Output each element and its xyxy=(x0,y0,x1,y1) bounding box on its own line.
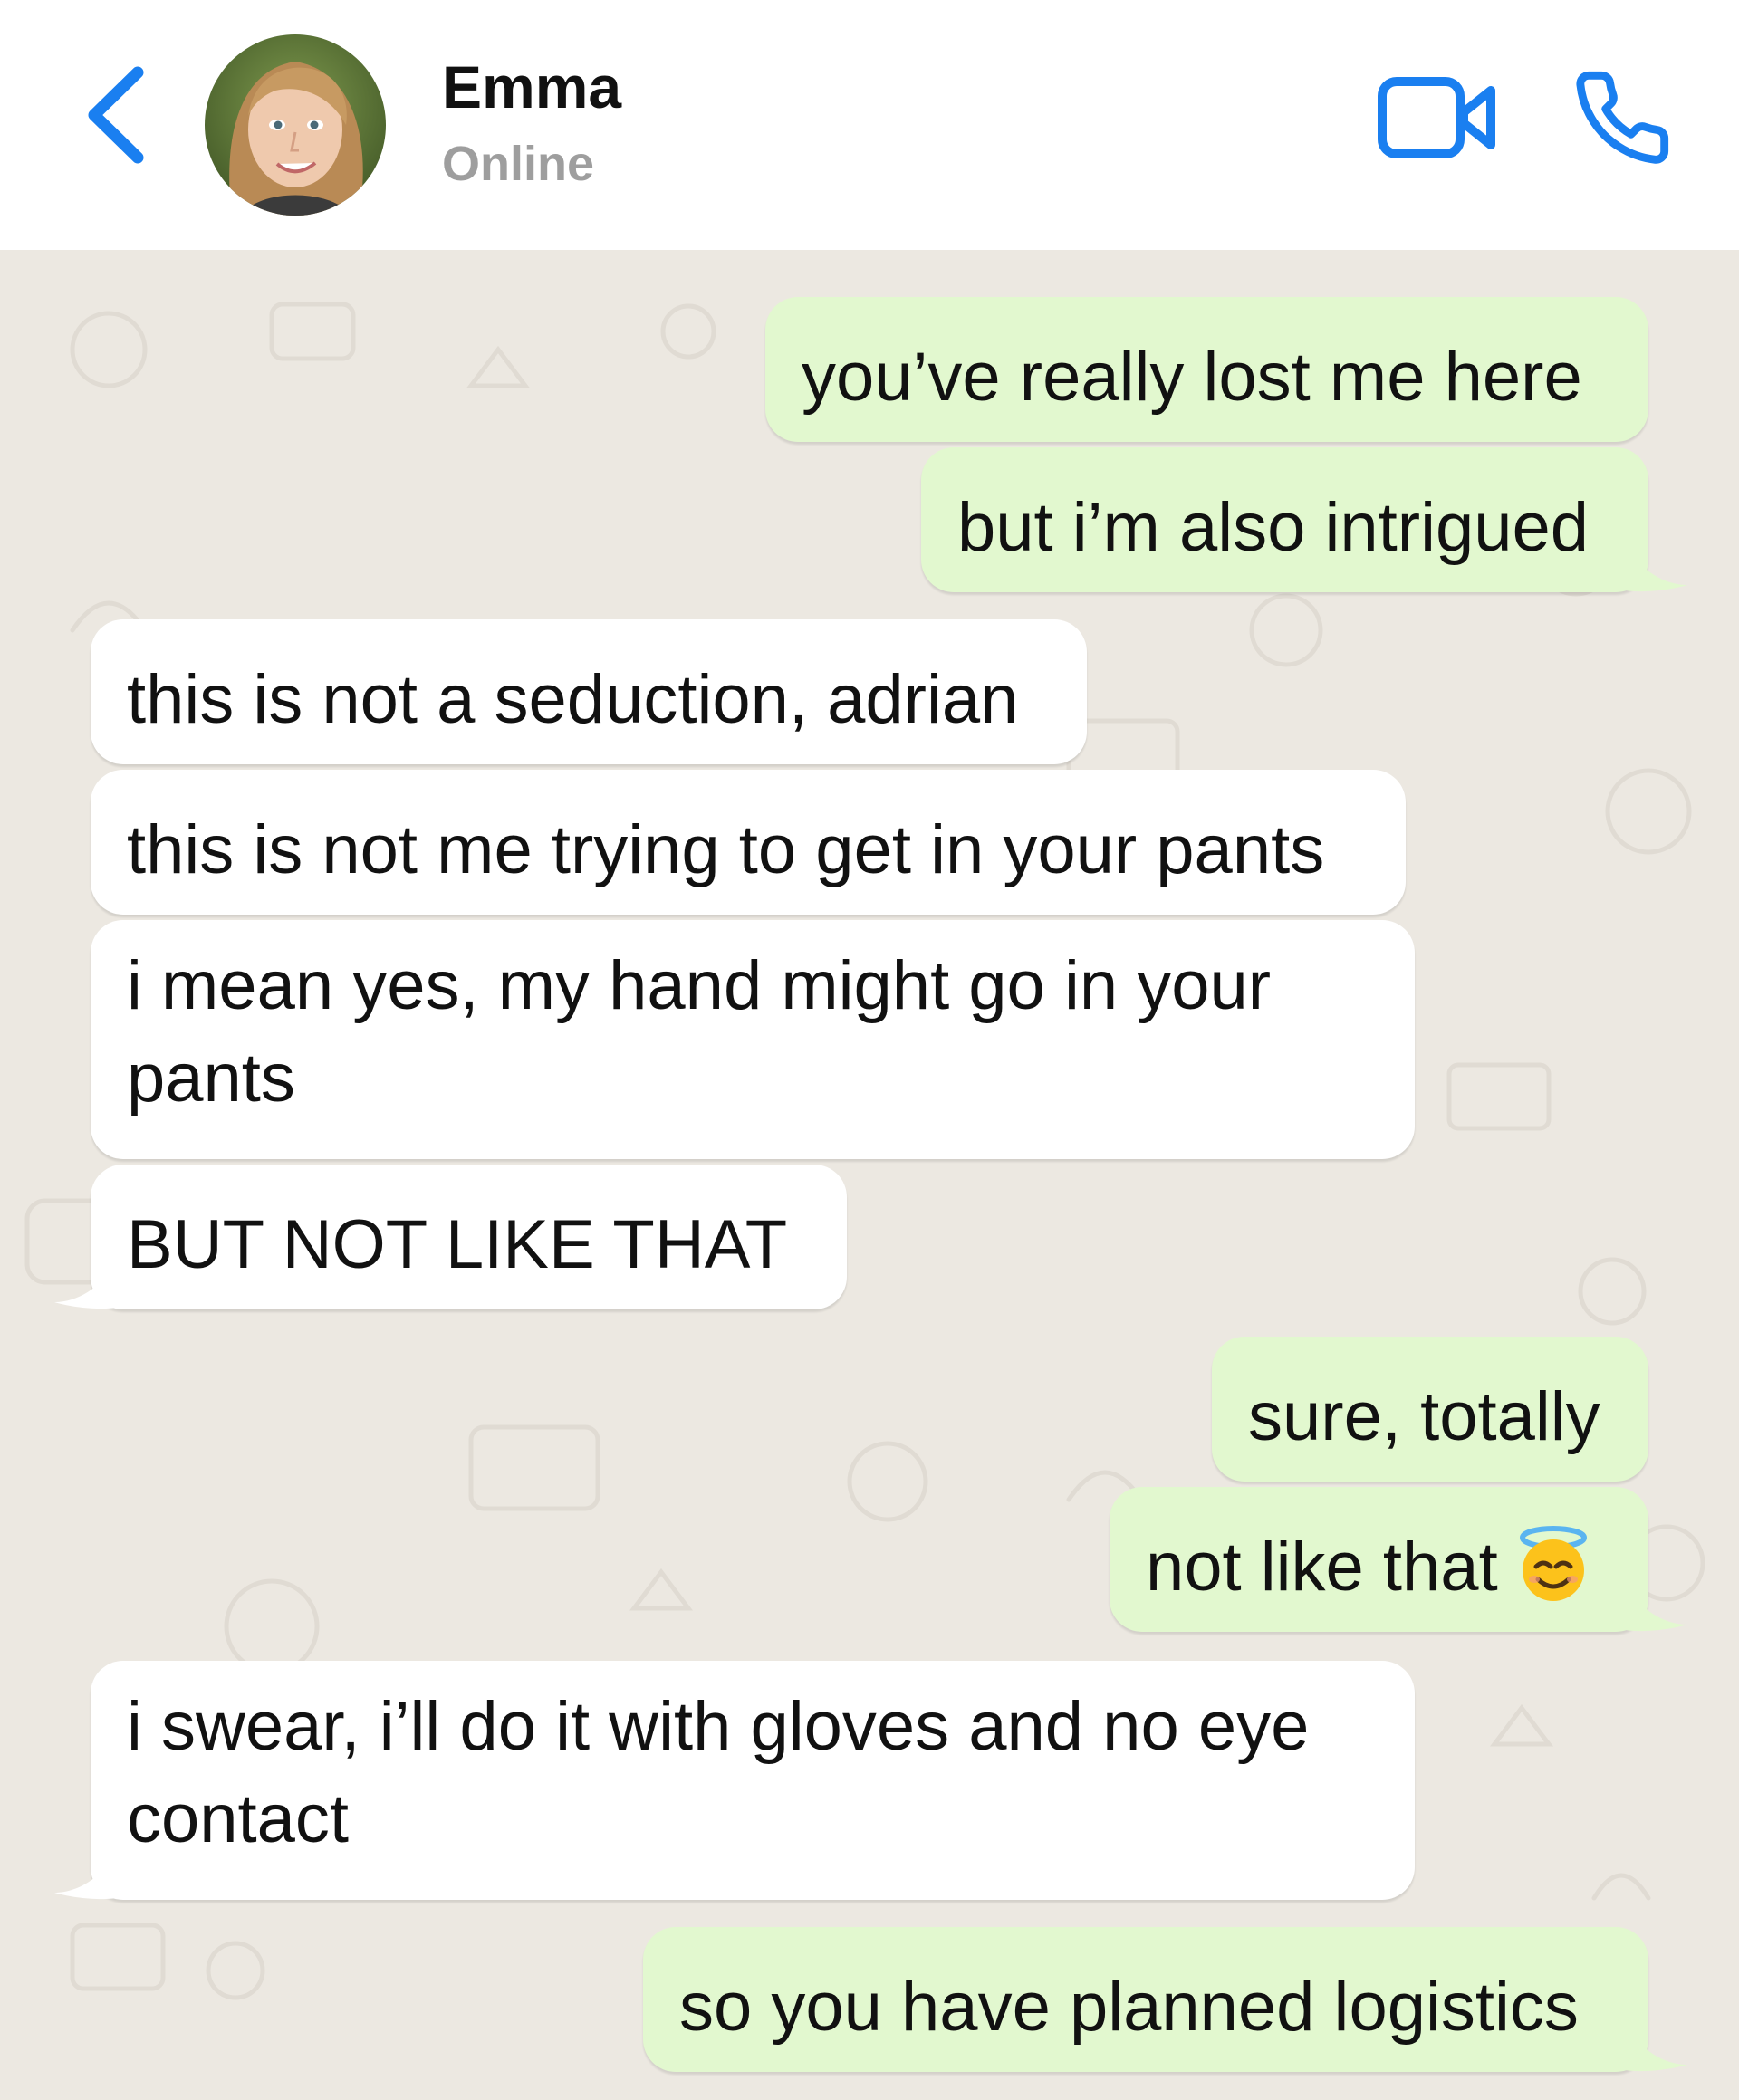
outgoing-message[interactable]: so you have planned logistics xyxy=(643,1927,1648,2072)
message-text: so you have planned logistics xyxy=(679,1969,1579,2046)
incoming-message[interactable]: this is not a seduction, adrian xyxy=(91,619,1087,764)
contact-status: Online xyxy=(442,137,595,191)
message-text: but i’m also intrigued xyxy=(957,489,1590,566)
message-text: sure, totally xyxy=(1248,1378,1600,1455)
phone-icon xyxy=(1576,71,1669,164)
incoming-message[interactable]: BUT NOT LIKE THAT xyxy=(91,1165,847,1309)
voice-call-button[interactable] xyxy=(1571,67,1673,168)
bubble-tail xyxy=(54,1847,116,1900)
bubble-tail xyxy=(1626,540,1687,592)
outgoing-message[interactable]: not like that xyxy=(1110,1487,1648,1632)
message-text: you’ve really lost me here xyxy=(802,339,1582,416)
chat-area[interactable]: you’ve really lost me here but i’m also … xyxy=(0,250,1739,2100)
video-camera-icon xyxy=(1378,77,1495,158)
incoming-message[interactable]: i swear, i’ll do it with gloves and no e… xyxy=(91,1661,1415,1900)
outgoing-message[interactable]: but i’m also intrigued xyxy=(921,447,1648,592)
message-text: not like that xyxy=(1146,1529,1498,1606)
message-text: this is not a seduction, adrian xyxy=(127,661,1019,738)
outgoing-message[interactable]: you’ve really lost me here xyxy=(765,297,1648,442)
outgoing-message[interactable]: sure, totally xyxy=(1212,1337,1648,1482)
incoming-message[interactable]: i mean yes, my hand might go in your pan… xyxy=(91,920,1415,1159)
video-call-button[interactable] xyxy=(1377,76,1498,159)
smiling-face-with-halo-icon xyxy=(1514,1525,1592,1626)
incoming-message[interactable]: this is not me trying to get in your pan… xyxy=(91,770,1406,915)
bubble-tail xyxy=(1626,1579,1687,1632)
back-button[interactable] xyxy=(82,65,154,165)
avatar[interactable] xyxy=(205,34,386,216)
bubble-tail xyxy=(54,1257,116,1309)
message-text: i swear, i’ll do it with gloves and no e… xyxy=(127,1688,1310,1857)
message-text: i mean yes, my hand might go in your pan… xyxy=(127,947,1272,1117)
chevron-left-icon xyxy=(88,66,144,164)
message-text: BUT NOT LIKE THAT xyxy=(127,1206,788,1283)
message-text: this is not me trying to get in your pan… xyxy=(127,811,1325,888)
chat-header: Emma Online xyxy=(0,0,1739,250)
contact-name: Emma xyxy=(442,53,622,120)
bubble-tail xyxy=(1626,2019,1687,2072)
